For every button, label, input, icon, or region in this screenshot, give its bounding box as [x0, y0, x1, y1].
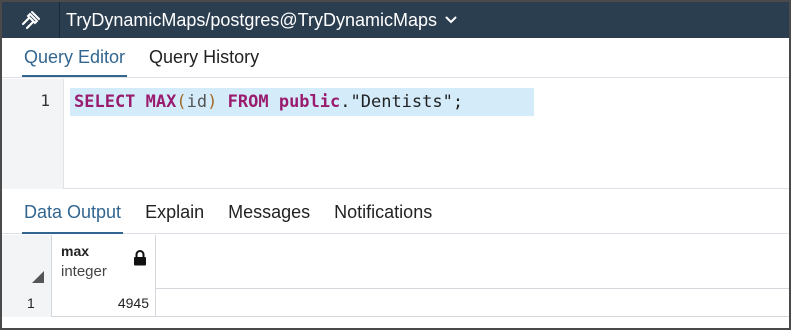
tab-data-output[interactable]: Data Output	[12, 190, 133, 234]
column-name: max	[61, 243, 90, 259]
chevron-down-icon[interactable]	[445, 15, 457, 25]
sql-paren-close: )	[207, 92, 218, 112]
sql-function-max: MAX	[145, 92, 177, 112]
result-grid: max integer 1 4945	[2, 235, 789, 328]
select-all-corner[interactable]	[2, 235, 52, 289]
editor-tab-bar: Query Editor Query History	[2, 38, 789, 78]
tab-explain[interactable]: Explain	[133, 190, 216, 234]
sql-keyword-from: FROM	[227, 92, 269, 112]
connection-selector[interactable]: TryDynamicMaps/postgres@TryDynamicMaps	[60, 10, 457, 31]
select-all-icon	[32, 271, 44, 283]
sql-schema-public: public	[278, 92, 341, 112]
lock-icon	[134, 250, 146, 266]
column-header-max[interactable]: max integer	[52, 235, 156, 289]
tab-query-history[interactable]: Query History	[137, 37, 271, 77]
line-gutter: 1	[2, 79, 64, 189]
table-cell-max[interactable]: 4945	[52, 289, 156, 317]
grid-header-row: max integer	[2, 235, 789, 289]
column-type: integer	[61, 263, 107, 280]
query-tool-panel: TryDynamicMaps/postgres@TryDynamicMaps Q…	[0, 0, 791, 330]
line-number: 1	[40, 91, 50, 110]
connection-titlebar: TryDynamicMaps/postgres@TryDynamicMaps	[2, 2, 789, 38]
sql-table-name: "Dentists"	[350, 92, 453, 112]
table-row: 1 4945	[2, 289, 789, 317]
connection-title: TryDynamicMaps/postgres@TryDynamicMaps	[66, 9, 438, 30]
sql-dot: .	[340, 92, 351, 112]
query-tool-icon[interactable]	[2, 2, 60, 38]
sql-paren-open: (	[176, 92, 187, 112]
sql-semicolon: ;	[452, 92, 464, 112]
tab-messages[interactable]: Messages	[216, 190, 322, 234]
code-line-active[interactable]: SELECT MAX(id) FROM public."Dentists";	[70, 88, 534, 116]
row-number[interactable]: 1	[2, 289, 52, 317]
output-tab-bar: Data Output Explain Messages Notificatio…	[2, 190, 789, 234]
sql-identifier-id: id	[186, 92, 208, 112]
tab-notifications[interactable]: Notifications	[322, 190, 444, 234]
tab-query-editor[interactable]: Query Editor	[12, 37, 137, 77]
sql-keyword-select: SELECT	[74, 92, 136, 112]
sql-editor[interactable]: 1 SELECT MAX(id) FROM public."Dentists";	[2, 79, 789, 189]
